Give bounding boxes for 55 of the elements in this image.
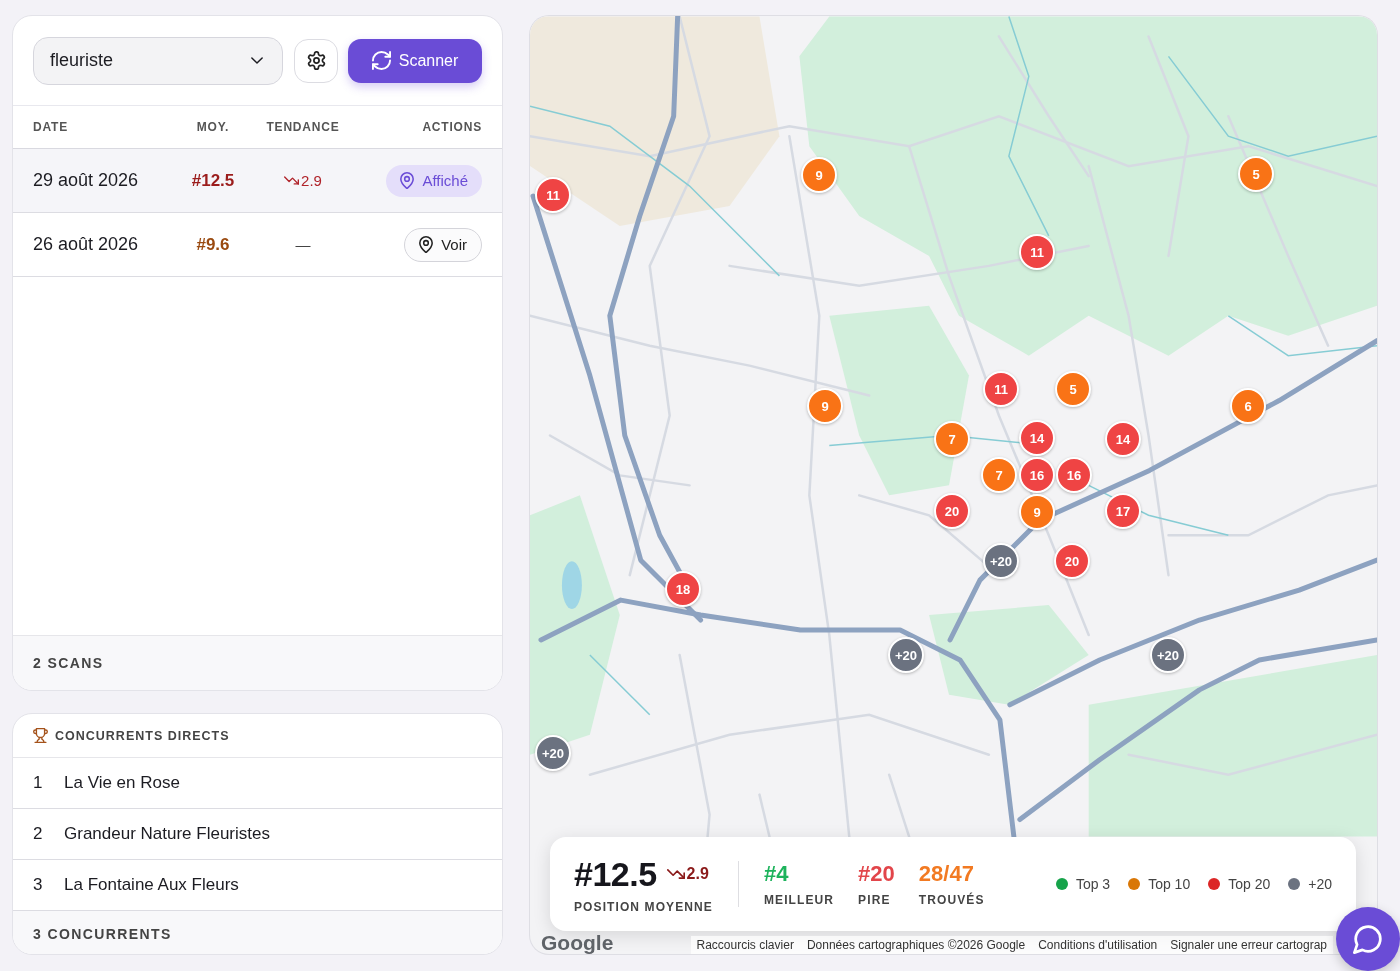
competitor-count: 3 CONCURRENTS bbox=[33, 925, 172, 942]
attribution-link[interactable]: Conditions d'utilisation bbox=[1038, 938, 1158, 952]
column-header: TENDANCE bbox=[266, 120, 340, 134]
trophy-icon bbox=[33, 728, 48, 743]
stat-value: 28/47 bbox=[918, 861, 975, 887]
trend-value: 2.9 bbox=[301, 172, 322, 189]
table-row[interactable]: 26 août 2026 #9.6 — Voir bbox=[13, 213, 502, 277]
trend-down-icon bbox=[284, 176, 300, 185]
stat-label: POSITION MOYENNE bbox=[574, 900, 713, 914]
competitor-name: La Fontaine Aux Fleurs bbox=[64, 875, 239, 895]
stat-label: PIRE bbox=[858, 893, 892, 907]
pin-icon bbox=[419, 236, 434, 253]
pin-icon bbox=[400, 172, 415, 189]
column-header: ACTIONS bbox=[422, 120, 482, 134]
stat-value: #20 bbox=[858, 861, 895, 887]
section-title: CONCURRENTS DIRECTS bbox=[55, 728, 230, 743]
refresh-icon bbox=[371, 51, 391, 70]
trend-value: — bbox=[295, 236, 311, 253]
legend-label: Top 10 bbox=[1148, 876, 1191, 892]
attribution-link[interactable]: Données cartographiques ©2026 Google bbox=[806, 938, 1026, 952]
chevron-down-icon bbox=[251, 57, 263, 64]
trend-value: 2.9 bbox=[686, 865, 709, 883]
keyword-select[interactable]: fleuriste bbox=[33, 36, 283, 85]
attribution-link[interactable]: Raccourcis clavier bbox=[696, 938, 794, 952]
legend-label: Top 20 bbox=[1228, 876, 1271, 892]
show-on-map-button[interactable]: Affiché bbox=[386, 164, 482, 197]
scan-date: 29 août 2026 bbox=[33, 170, 140, 191]
map-provider-logo: Google bbox=[541, 931, 614, 954]
competitor-name: Grandeur Nature Fleuristes bbox=[64, 824, 270, 844]
rank-number: 2 bbox=[33, 824, 44, 844]
scan-button[interactable]: Scanner bbox=[348, 38, 482, 83]
chat-button[interactable] bbox=[1336, 907, 1400, 971]
gear-icon bbox=[306, 51, 326, 70]
column-header: DATE bbox=[33, 120, 69, 134]
settings-button[interactable] bbox=[294, 38, 338, 83]
scan-date: 26 août 2026 bbox=[33, 234, 140, 255]
show-on-map-button[interactable]: Voir bbox=[404, 227, 482, 262]
rank-number: 3 bbox=[33, 875, 44, 895]
legend-label: Top 3 bbox=[1075, 876, 1111, 892]
stat-label: TROUVÉS bbox=[918, 893, 985, 907]
column-header: MOY. bbox=[196, 120, 230, 134]
competitor-name: La Vie en Rose bbox=[64, 773, 180, 793]
legend-label: +20 bbox=[1308, 876, 1332, 892]
trend-down-icon bbox=[666, 869, 685, 879]
average-rank: #9.6 bbox=[196, 234, 230, 255]
attribution-link[interactable]: Signaler une erreur cartograp bbox=[1170, 938, 1327, 952]
average-position: #12.5 bbox=[574, 854, 657, 894]
map-drawing[interactable] bbox=[529, 15, 1378, 837]
stat-value: #4 bbox=[763, 861, 790, 887]
average-rank: #12.5 bbox=[191, 170, 235, 191]
chat-icon bbox=[1353, 924, 1383, 954]
stat-label: MEILLEUR bbox=[763, 893, 835, 907]
rank-number: 1 bbox=[33, 773, 44, 793]
table-row[interactable]: 29 août 2026 #12.5 2.9 Affiché bbox=[13, 149, 502, 213]
scan-count: 2 SCANS bbox=[33, 655, 104, 671]
